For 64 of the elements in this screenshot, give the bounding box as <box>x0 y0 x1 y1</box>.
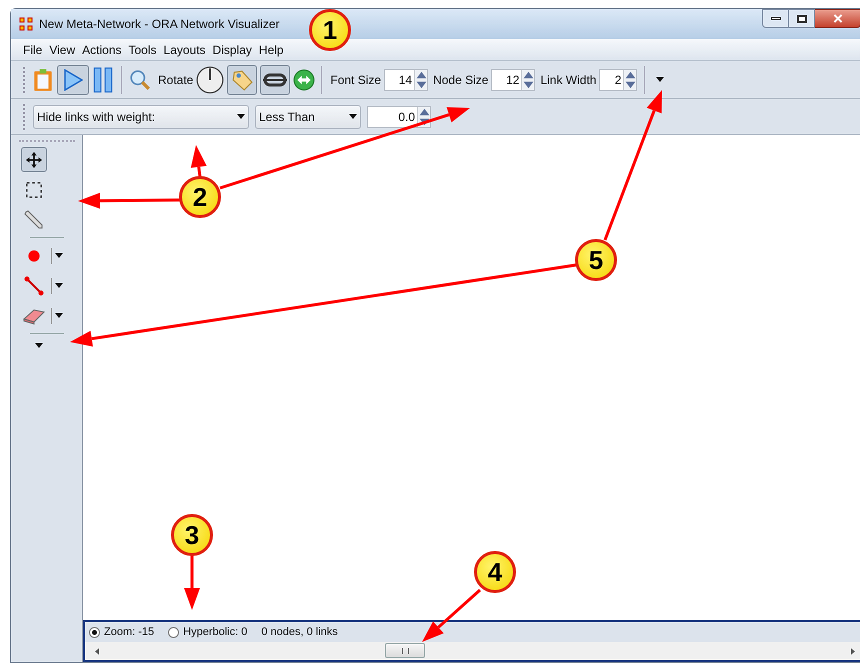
play-icon <box>63 68 83 90</box>
spinner-label: Font Size <box>330 72 382 88</box>
menu-item[interactable]: View <box>49 40 76 58</box>
spin-down-icon[interactable] <box>522 80 536 90</box>
network-logo-icon <box>19 17 33 31</box>
chain-link-icon <box>263 70 288 88</box>
spin-down-icon[interactable] <box>418 116 431 126</box>
more-tools-caret-icon[interactable] <box>34 343 42 348</box>
window-title: New Meta-Network - ORA Network Visualizer <box>39 16 280 33</box>
tool-caret-icon[interactable] <box>54 283 62 288</box>
close-icon <box>832 14 842 23</box>
spinner-label: Node Size <box>433 72 488 88</box>
spin-field[interactable]: 14 <box>384 68 428 90</box>
annotation-arrow <box>422 588 481 642</box>
maximize-button[interactable] <box>789 9 815 28</box>
menu-item[interactable]: File <box>23 40 42 58</box>
menu-item[interactable]: Layouts <box>164 40 206 58</box>
link-style-button[interactable] <box>260 64 290 94</box>
overflow-caret-icon[interactable] <box>656 77 664 82</box>
play-button[interactable] <box>57 64 89 94</box>
horizontal-scrollbar[interactable] <box>85 642 860 660</box>
caret-icon[interactable] <box>349 114 357 119</box>
dashed-square-icon <box>24 180 42 198</box>
dot-icon <box>26 248 42 264</box>
magnifier-icon[interactable] <box>129 68 151 90</box>
spin-down-icon[interactable] <box>415 80 428 90</box>
dropdown[interactable]: Hide links with weight: <box>33 104 249 128</box>
dropdown[interactable]: Less Than <box>255 104 361 128</box>
minimize-button[interactable] <box>762 9 789 28</box>
menu-item[interactable]: Help <box>258 40 284 58</box>
rotation-dial-icon[interactable] <box>196 66 224 94</box>
menu-item[interactable]: Actions <box>82 40 122 58</box>
spin-field[interactable]: 2 <box>599 68 638 90</box>
clipboard-icon[interactable] <box>32 68 54 92</box>
radio-option[interactable]: Zoom: -15 <box>89 624 154 640</box>
move-arrows-icon <box>24 150 42 168</box>
close-button[interactable] <box>815 9 860 28</box>
spin-field[interactable]: 0.0 <box>367 106 431 128</box>
tool-caret-icon[interactable] <box>54 313 62 318</box>
scroll-left-icon[interactable] <box>95 648 99 654</box>
tool-button[interactable] <box>20 147 46 172</box>
link-line-icon <box>24 276 44 296</box>
tag-icon <box>231 68 254 90</box>
spin-up-icon[interactable] <box>415 70 428 80</box>
pause-icon[interactable] <box>92 66 114 92</box>
annotation-arrow <box>190 145 207 178</box>
tool-caret-icon[interactable] <box>54 253 62 258</box>
radio-option[interactable]: Hyperbolic: 0 <box>168 624 248 640</box>
menu-item[interactable]: Display <box>212 40 252 58</box>
caret-icon[interactable] <box>237 114 245 119</box>
spin-up-icon[interactable] <box>624 70 638 80</box>
spin-down-icon[interactable] <box>624 80 638 90</box>
network-count: 0 nodes, 0 links <box>261 624 338 640</box>
scroll-thumb[interactable] <box>385 643 425 658</box>
scroll-right-icon[interactable] <box>851 648 855 654</box>
eraser-icon <box>22 306 46 324</box>
spin-up-icon[interactable] <box>522 70 536 80</box>
spin-up-icon[interactable] <box>418 106 431 116</box>
menu-item[interactable]: Tools <box>128 40 157 58</box>
spinner-label: Link Width <box>540 72 596 88</box>
spin-field[interactable]: 12 <box>491 68 536 90</box>
rotate-label: Rotate <box>158 72 194 88</box>
pen-icon <box>24 210 44 230</box>
annotation-arrow <box>184 555 200 610</box>
